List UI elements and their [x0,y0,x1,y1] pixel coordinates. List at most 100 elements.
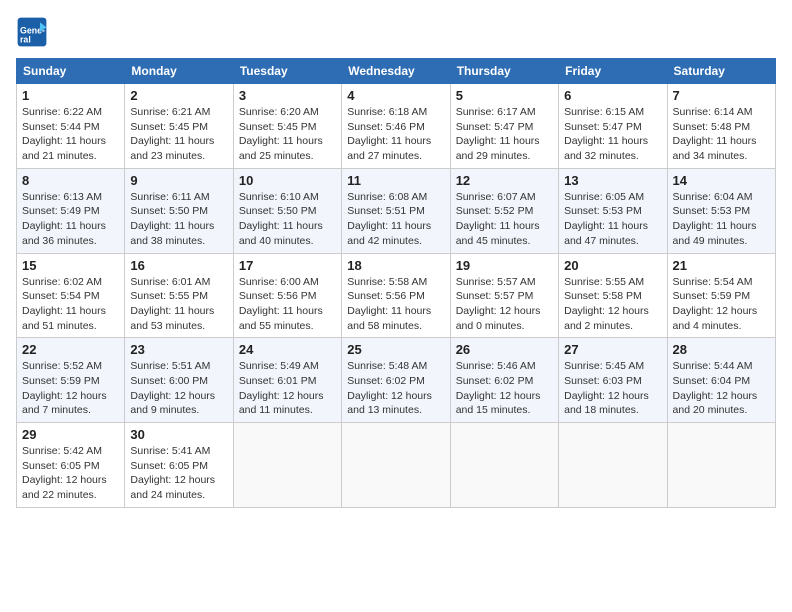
day-number: 18 [347,258,444,273]
day-number: 15 [22,258,119,273]
logo-icon: Gene- ral [16,16,48,48]
day-number: 23 [130,342,227,357]
day-info: Sunrise: 5:41 AMSunset: 6:05 PMDaylight:… [130,444,227,503]
day-number: 14 [673,173,770,188]
day-number: 21 [673,258,770,273]
day-header-monday: Monday [125,59,233,84]
day-info: Sunrise: 6:22 AMSunset: 5:44 PMDaylight:… [22,105,119,164]
calendar-cell [450,423,558,508]
day-number: 19 [456,258,553,273]
calendar-cell: 25 Sunrise: 5:48 AMSunset: 6:02 PMDayligh… [342,338,450,423]
day-number: 17 [239,258,336,273]
day-info: Sunrise: 6:00 AMSunset: 5:56 PMDaylight:… [239,275,336,334]
calendar-cell: 22 Sunrise: 5:52 AMSunset: 5:59 PMDayligh… [17,338,125,423]
logo: Gene- ral [16,16,52,48]
calendar-cell: 3 Sunrise: 6:20 AMSunset: 5:45 PMDaylight… [233,84,341,169]
calendar-cell: 26 Sunrise: 5:46 AMSunset: 6:02 PMDayligh… [450,338,558,423]
day-info: Sunrise: 5:55 AMSunset: 5:58 PMDaylight:… [564,275,661,334]
day-info: Sunrise: 5:57 AMSunset: 5:57 PMDaylight:… [456,275,553,334]
day-info: Sunrise: 6:10 AMSunset: 5:50 PMDaylight:… [239,190,336,249]
calendar-cell: 1 Sunrise: 6:22 AMSunset: 5:44 PMDaylight… [17,84,125,169]
calendar-cell: 20 Sunrise: 5:55 AMSunset: 5:58 PMDayligh… [559,253,667,338]
day-number: 10 [239,173,336,188]
calendar-cell: 16 Sunrise: 6:01 AMSunset: 5:55 PMDayligh… [125,253,233,338]
calendar-table: SundayMondayTuesdayWednesdayThursdayFrid… [16,58,776,508]
day-number: 4 [347,88,444,103]
calendar-cell: 15Sunrise: 6:02 AMSunset: 5:54 PMDayligh… [17,253,125,338]
day-info: Sunrise: 5:48 AMSunset: 6:02 PMDaylight:… [347,359,444,418]
day-number: 11 [347,173,444,188]
calendar-cell: 13 Sunrise: 6:05 AMSunset: 5:53 PMDayligh… [559,168,667,253]
calendar-cell: 7Sunrise: 6:14 AMSunset: 5:48 PMDaylight… [667,84,775,169]
day-info: Sunrise: 6:20 AMSunset: 5:45 PMDaylight:… [239,105,336,164]
day-number: 5 [456,88,553,103]
calendar-cell: 19 Sunrise: 5:57 AMSunset: 5:57 PMDayligh… [450,253,558,338]
day-header-friday: Friday [559,59,667,84]
day-header-sunday: Sunday [17,59,125,84]
svg-text:ral: ral [20,34,31,44]
calendar-header-row: SundayMondayTuesdayWednesdayThursdayFrid… [17,59,776,84]
day-info: Sunrise: 6:04 AMSunset: 5:53 PMDaylight:… [673,190,770,249]
calendar-cell [559,423,667,508]
day-number: 6 [564,88,661,103]
calendar-cell: 28Sunrise: 5:44 AMSunset: 6:04 PMDayligh… [667,338,775,423]
day-header-tuesday: Tuesday [233,59,341,84]
calendar-cell: 23 Sunrise: 5:51 AMSunset: 6:00 PMDayligh… [125,338,233,423]
day-number: 26 [456,342,553,357]
day-number: 29 [22,427,119,442]
calendar-cell: 27Sunrise: 5:45 AMSunset: 6:03 PMDayligh… [559,338,667,423]
day-number: 30 [130,427,227,442]
calendar-cell [233,423,341,508]
calendar-cell: 5 Sunrise: 6:17 AMSunset: 5:47 PMDaylight… [450,84,558,169]
day-info: Sunrise: 6:15 AMSunset: 5:47 PMDaylight:… [564,105,661,164]
day-number: 16 [130,258,227,273]
day-info: Sunrise: 5:51 AMSunset: 6:00 PMDaylight:… [130,359,227,418]
day-header-thursday: Thursday [450,59,558,84]
calendar-cell: 14 Sunrise: 6:04 AMSunset: 5:53 PMDayligh… [667,168,775,253]
day-number: 1 [22,88,119,103]
day-info: Sunrise: 6:01 AMSunset: 5:55 PMDaylight:… [130,275,227,334]
day-header-wednesday: Wednesday [342,59,450,84]
day-info: Sunrise: 5:46 AMSunset: 6:02 PMDaylight:… [456,359,553,418]
day-number: 20 [564,258,661,273]
day-info: Sunrise: 6:05 AMSunset: 5:53 PMDaylight:… [564,190,661,249]
day-info: Sunrise: 5:49 AMSunset: 6:01 PMDaylight:… [239,359,336,418]
calendar-cell [667,423,775,508]
calendar-cell: 18 Sunrise: 5:58 AMSunset: 5:56 PMDayligh… [342,253,450,338]
day-info: Sunrise: 5:54 AMSunset: 5:59 PMDaylight:… [673,275,770,334]
calendar-cell: 11 Sunrise: 6:08 AMSunset: 5:51 PMDayligh… [342,168,450,253]
calendar-cell: 30 Sunrise: 5:41 AMSunset: 6:05 PMDayligh… [125,423,233,508]
calendar-cell: 10 Sunrise: 6:10 AMSunset: 5:50 PMDayligh… [233,168,341,253]
day-header-saturday: Saturday [667,59,775,84]
day-info: Sunrise: 5:52 AMSunset: 5:59 PMDaylight:… [22,359,119,418]
calendar-cell [342,423,450,508]
calendar-cell: 17 Sunrise: 6:00 AMSunset: 5:56 PMDayligh… [233,253,341,338]
day-info: Sunrise: 6:18 AMSunset: 5:46 PMDaylight:… [347,105,444,164]
calendar-cell: 24 Sunrise: 5:49 AMSunset: 6:01 PMDayligh… [233,338,341,423]
calendar-cell: 29Sunrise: 5:42 AMSunset: 6:05 PMDayligh… [17,423,125,508]
day-info: Sunrise: 5:45 AMSunset: 6:03 PMDaylight:… [564,359,661,418]
day-info: Sunrise: 6:13 AMSunset: 5:49 PMDaylight:… [22,190,119,249]
calendar-cell: 6 Sunrise: 6:15 AMSunset: 5:47 PMDaylight… [559,84,667,169]
calendar-week-3: 15Sunrise: 6:02 AMSunset: 5:54 PMDayligh… [17,253,776,338]
day-info: Sunrise: 6:08 AMSunset: 5:51 PMDaylight:… [347,190,444,249]
calendar-week-4: 22 Sunrise: 5:52 AMSunset: 5:59 PMDayligh… [17,338,776,423]
day-number: 13 [564,173,661,188]
day-number: 25 [347,342,444,357]
calendar-cell: 9Sunrise: 6:11 AMSunset: 5:50 PMDaylight… [125,168,233,253]
day-number: 9 [130,173,227,188]
day-number: 3 [239,88,336,103]
calendar-week-1: 1 Sunrise: 6:22 AMSunset: 5:44 PMDaylight… [17,84,776,169]
calendar-cell: 2 Sunrise: 6:21 AMSunset: 5:45 PMDaylight… [125,84,233,169]
day-info: Sunrise: 6:07 AMSunset: 5:52 PMDaylight:… [456,190,553,249]
day-number: 2 [130,88,227,103]
calendar-week-2: 8Sunrise: 6:13 AMSunset: 5:49 PMDaylight… [17,168,776,253]
day-number: 22 [22,342,119,357]
calendar-cell: 12 Sunrise: 6:07 AMSunset: 5:52 PMDayligh… [450,168,558,253]
day-info: Sunrise: 5:58 AMSunset: 5:56 PMDaylight:… [347,275,444,334]
day-number: 12 [456,173,553,188]
day-info: Sunrise: 6:17 AMSunset: 5:47 PMDaylight:… [456,105,553,164]
day-number: 7 [673,88,770,103]
day-number: 24 [239,342,336,357]
day-info: Sunrise: 6:21 AMSunset: 5:45 PMDaylight:… [130,105,227,164]
